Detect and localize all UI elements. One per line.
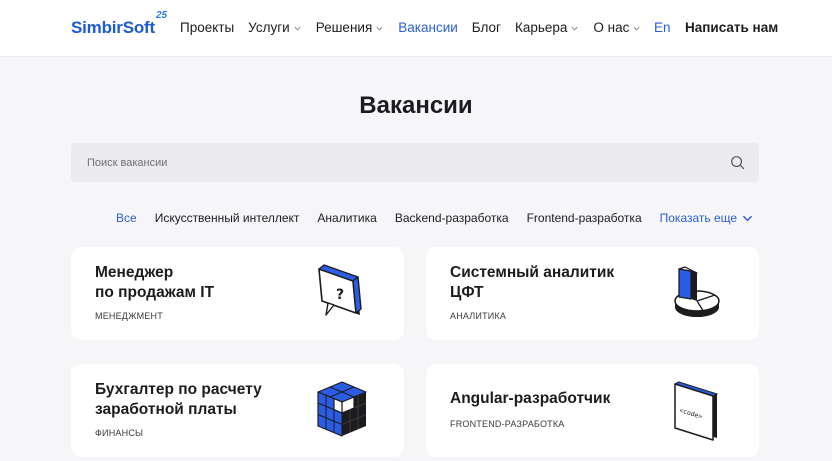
search-icon[interactable] bbox=[730, 155, 745, 170]
vacancy-category: АНАЛИТИКА bbox=[450, 311, 507, 321]
vacancy-category: ФИНАНСЫ bbox=[95, 428, 144, 438]
chevron-down-icon bbox=[376, 26, 383, 31]
nav-item-label: Решения bbox=[315, 20, 373, 35]
vacancy-title: Бухгалтер по расчету заработной платы bbox=[95, 381, 262, 418]
nav-item-services[interactable]: Услуги bbox=[248, 18, 302, 38]
language-switch[interactable]: En bbox=[654, 18, 671, 38]
nav-item-career[interactable]: Карьера bbox=[515, 18, 579, 38]
pie-chart-icon bbox=[674, 266, 720, 317]
logo-text: SimbirSoft bbox=[71, 18, 155, 37]
contact-us-link[interactable]: Написать нам bbox=[685, 18, 778, 38]
site-header: SimbirSoft 25 Проекты Услуги Решения Вак… bbox=[0, 0, 832, 57]
category-filters: Все Искусственный интеллект Аналитика Ba… bbox=[116, 208, 753, 228]
vacancy-title: Менеджер по продажам IT bbox=[95, 264, 215, 301]
svg-text:?: ? bbox=[336, 287, 344, 303]
logo[interactable]: SimbirSoft 25 bbox=[71, 10, 167, 42]
vacancy-card[interactable]: Менеджер по продажам IT МЕНЕДЖМЕНТ ? bbox=[71, 247, 404, 340]
show-more-button[interactable]: Показать еще bbox=[660, 208, 753, 228]
vacancy-card[interactable]: Системный аналитик ЦФТ АНАЛИТИКА bbox=[426, 247, 759, 340]
vacancy-title: Angular-разработчик bbox=[450, 390, 611, 407]
logo-badge: 25 bbox=[155, 10, 168, 21]
search-input[interactable] bbox=[71, 143, 711, 182]
chevron-down-icon bbox=[633, 26, 640, 31]
vacancy-category: FRONTEND-РАЗРАБОТКА bbox=[450, 419, 565, 429]
chevron-down-icon bbox=[294, 26, 301, 31]
filter-all[interactable]: Все bbox=[116, 208, 137, 228]
vacancy-card[interactable]: Angular-разработчик FRONTEND-РАЗРАБОТКА … bbox=[426, 364, 759, 457]
nav-item-vacancies[interactable]: Вакансии bbox=[398, 18, 458, 38]
nav-item-label: Вакансии bbox=[398, 20, 458, 35]
filter-ai[interactable]: Искусственный интеллект bbox=[155, 208, 300, 228]
chevron-down-icon bbox=[571, 26, 578, 31]
nav-item-label: Проекты bbox=[180, 20, 235, 35]
vacancy-card[interactable]: Бухгалтер по расчету заработной платы ФИ… bbox=[71, 364, 404, 457]
main-nav: Проекты Услуги Решения Вакансии Блог Кар… bbox=[180, 18, 655, 38]
nav-item-projects[interactable]: Проекты bbox=[180, 18, 234, 38]
nav-item-about[interactable]: О нас bbox=[593, 18, 641, 38]
code-screen-icon: <code> bbox=[673, 381, 719, 441]
search-bar bbox=[71, 143, 759, 182]
nav-item-solutions[interactable]: Решения bbox=[316, 18, 385, 38]
vacancy-category: МЕНЕДЖМЕНТ bbox=[95, 311, 163, 321]
chevron-down-icon bbox=[743, 215, 752, 221]
nav-item-label: Услуги bbox=[248, 20, 290, 35]
question-chat-icon: ? bbox=[318, 264, 362, 316]
cube-blocks-icon bbox=[317, 381, 367, 437]
page-title: Вакансии bbox=[359, 92, 473, 119]
nav-item-blog[interactable]: Блог bbox=[472, 18, 501, 38]
nav-item-label: Блог bbox=[471, 20, 501, 35]
vacancy-title: Системный аналитик ЦФТ bbox=[450, 264, 615, 301]
nav-item-label: О нас bbox=[593, 20, 630, 35]
show-more-label: Показать еще bbox=[659, 211, 738, 225]
nav-item-label: Карьера bbox=[514, 20, 568, 35]
filter-frontend[interactable]: Frontend-разработка bbox=[527, 208, 642, 228]
filter-backend[interactable]: Backend-разработка bbox=[395, 208, 509, 228]
filter-analytics[interactable]: Аналитика bbox=[317, 208, 376, 228]
